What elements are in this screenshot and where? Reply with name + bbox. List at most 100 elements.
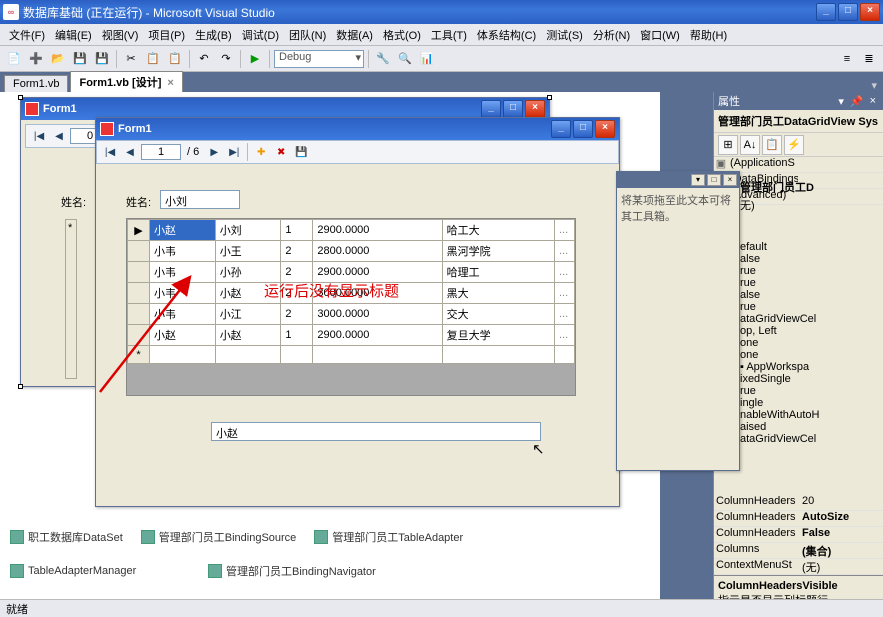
component-item[interactable]: 管理部门员工BindingSource	[141, 529, 297, 545]
toolbox-close-icon[interactable]: ×	[723, 174, 737, 186]
tab-form1-vb[interactable]: Form1.vb	[4, 75, 68, 92]
nav-save-icon[interactable]: 💾	[292, 143, 310, 161]
nav-prev-icon[interactable]: ◀	[121, 143, 139, 161]
designer-close-button[interactable]: ×	[525, 100, 545, 118]
save-all-icon[interactable]: 💾	[92, 49, 112, 69]
designer-form-title: Form1	[43, 103, 481, 115]
open-icon[interactable]: 📂	[48, 49, 68, 69]
menu-file[interactable]: 文件(F)	[4, 25, 50, 45]
label-name: 姓名:	[61, 194, 86, 210]
menu-window[interactable]: 窗口(W)	[635, 25, 685, 45]
bindingnav-icon	[208, 564, 222, 578]
config-combo[interactable]: Debug	[274, 50, 364, 68]
table-row: 小韦小孙22900.0000哈理工...	[128, 262, 575, 283]
component-item[interactable]: 管理部门员工BindingNavigator	[208, 563, 376, 579]
menu-project[interactable]: 项目(P)	[143, 25, 190, 45]
table-row: 小赵小赵12900.0000复旦大学...	[128, 325, 575, 346]
titlebar: ∞ 数据库基础 (正在运行) - Microsoft Visual Studio…	[0, 0, 883, 24]
form-close-button[interactable]: ×	[595, 120, 615, 138]
tool-icon[interactable]: 🔧	[373, 49, 393, 69]
datagridview[interactable]: ▶小赵小刘12900.0000哈工大... 小韦小王22800.0000黑河学院…	[126, 218, 576, 396]
nav-last-icon[interactable]: ▶|	[225, 143, 243, 161]
panel-close-icon[interactable]: ×	[867, 95, 879, 107]
toolbox-dropdown-icon[interactable]: ▾	[691, 174, 705, 186]
nav-next-icon[interactable]: ▶	[205, 143, 223, 161]
menu-debug[interactable]: 调试(D)	[237, 25, 284, 45]
menu-build[interactable]: 生成(B)	[190, 25, 237, 45]
status-bar: 就绪	[0, 599, 883, 617]
designer-max-button[interactable]: □	[503, 100, 523, 118]
name-input[interactable]: 小刘	[160, 190, 240, 209]
toolbox-max-icon[interactable]: □	[707, 174, 721, 186]
events-icon[interactable]: ⚡	[784, 135, 804, 155]
prop-desc-title: ColumnHeadersVisible	[718, 580, 879, 592]
menu-tools[interactable]: 工具(T)	[426, 25, 472, 45]
running-form1[interactable]: Form1 _ □ × |◀ ◀ 1 / 6 ▶ ▶| ✚	[95, 117, 620, 507]
run-icon[interactable]: ▶	[245, 49, 265, 69]
bottom-input[interactable]: 小赵	[211, 422, 541, 441]
tab-close-icon[interactable]: ×	[167, 77, 173, 89]
menu-edit[interactable]: 编辑(E)	[50, 25, 97, 45]
tool-icon-2[interactable]: 🔍	[395, 49, 415, 69]
new-project-icon[interactable]: 📄	[4, 49, 24, 69]
align-icon[interactable]: ≡	[837, 49, 857, 69]
form-icon	[25, 102, 39, 116]
categorize-icon[interactable]: ⊞	[718, 135, 738, 155]
paste-icon[interactable]: 📋	[165, 49, 185, 69]
maximize-button[interactable]: □	[838, 3, 858, 21]
designer-min-button[interactable]: _	[481, 100, 501, 118]
component-item[interactable]: 管理部门员工TableAdapter	[314, 529, 463, 545]
nav-add-icon[interactable]: ✚	[252, 143, 270, 161]
alphabetize-icon[interactable]: A↓	[740, 135, 760, 155]
toolbar: 📄 ➕ 📂 💾 💾 ✂ 📋 📋 ↶ ↷ ▶ Debug 🔧 🔍 📊 ≡ ≣	[0, 46, 883, 72]
design-surface: Form1 _ □ × |◀ ◀ 0 姓名: *	[0, 92, 660, 599]
menu-team[interactable]: 团队(N)	[284, 25, 331, 45]
tab-dropdown-icon[interactable]: ▾	[865, 79, 883, 92]
dataset-icon	[10, 530, 24, 544]
menu-view[interactable]: 视图(V)	[97, 25, 144, 45]
running-form-title: Form1	[118, 123, 551, 135]
save-icon[interactable]: 💾	[70, 49, 90, 69]
component-item[interactable]: 职工数据库DataSet	[10, 529, 123, 545]
selected-object[interactable]: 管理部门员工DataGridView Sys	[714, 110, 883, 133]
form-max-button[interactable]: □	[573, 120, 593, 138]
panel-pin-icon[interactable]: 📌	[847, 95, 867, 108]
menu-analyze[interactable]: 分析(N)	[588, 25, 635, 45]
form-min-button[interactable]: _	[551, 120, 571, 138]
redo-icon[interactable]: ↷	[216, 49, 236, 69]
nav-pos-input[interactable]: 1	[141, 144, 181, 160]
component-tray: 职工数据库DataSet 管理部门员工BindingSource 管理部门员工T…	[10, 529, 470, 579]
minimize-button[interactable]: _	[816, 3, 836, 21]
props-right-slice: 管理部门员工D 无) efault alse rue rue alse rue …	[740, 177, 820, 445]
copy-icon[interactable]: 📋	[143, 49, 163, 69]
add-item-icon[interactable]: ➕	[26, 49, 46, 69]
close-button[interactable]: ×	[860, 3, 880, 21]
table-new-row: *	[128, 346, 575, 364]
tool-icon-3[interactable]: 📊	[417, 49, 437, 69]
align-icon-2[interactable]: ≣	[859, 49, 879, 69]
nav-first-icon[interactable]: |◀	[101, 143, 119, 161]
table-row: 小韦小赵23000.0000黑大...	[128, 283, 575, 304]
menu-test[interactable]: 测试(S)	[541, 25, 588, 45]
menu-format[interactable]: 格式(O)	[378, 25, 426, 45]
undo-icon[interactable]: ↶	[194, 49, 214, 69]
panel-dropdown-icon[interactable]: ▾	[835, 95, 847, 108]
tabstrip: Form1.vb Form1.vb [设计]× ▾	[0, 72, 883, 92]
nav-delete-icon[interactable]: ✖	[272, 143, 290, 161]
menu-data[interactable]: 数据(A)	[331, 25, 378, 45]
nav-prev-icon[interactable]: ◀	[50, 127, 68, 145]
panel-title: 属性	[718, 93, 835, 109]
nav-first-icon[interactable]: |◀	[30, 127, 48, 145]
menu-arch[interactable]: 体系结构(C)	[472, 25, 541, 45]
toolbox-window[interactable]: ▾ □ × 将某项拖至此文本可将其工具箱。	[616, 171, 740, 471]
props-icon[interactable]: 📋	[762, 135, 782, 155]
tab-form1-design[interactable]: Form1.vb [设计]×	[70, 71, 182, 92]
app-title: 数据库基础 (正在运行) - Microsoft Visual Studio	[23, 4, 816, 21]
cut-icon[interactable]: ✂	[121, 49, 141, 69]
tableadapter-icon	[314, 530, 328, 544]
table-row: 小韦小王22800.0000黑河学院...	[128, 241, 575, 262]
component-item[interactable]: TableAdapterManager	[10, 563, 190, 579]
toolbox-hint: 将某项拖至此文本可将其工具箱。	[621, 192, 735, 224]
new-row-marker: *	[68, 222, 72, 234]
menu-help[interactable]: 帮助(H)	[685, 25, 732, 45]
